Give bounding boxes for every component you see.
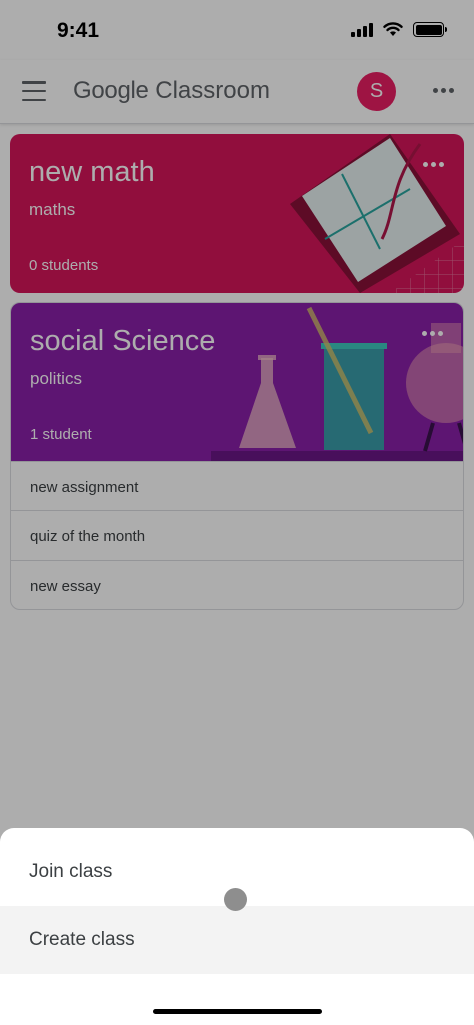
touch-indicator: [224, 888, 247, 911]
bottom-sheet: Join class Create class: [0, 828, 474, 1025]
home-indicator[interactable]: [153, 1009, 322, 1014]
create-class-option[interactable]: Create class: [0, 906, 474, 974]
